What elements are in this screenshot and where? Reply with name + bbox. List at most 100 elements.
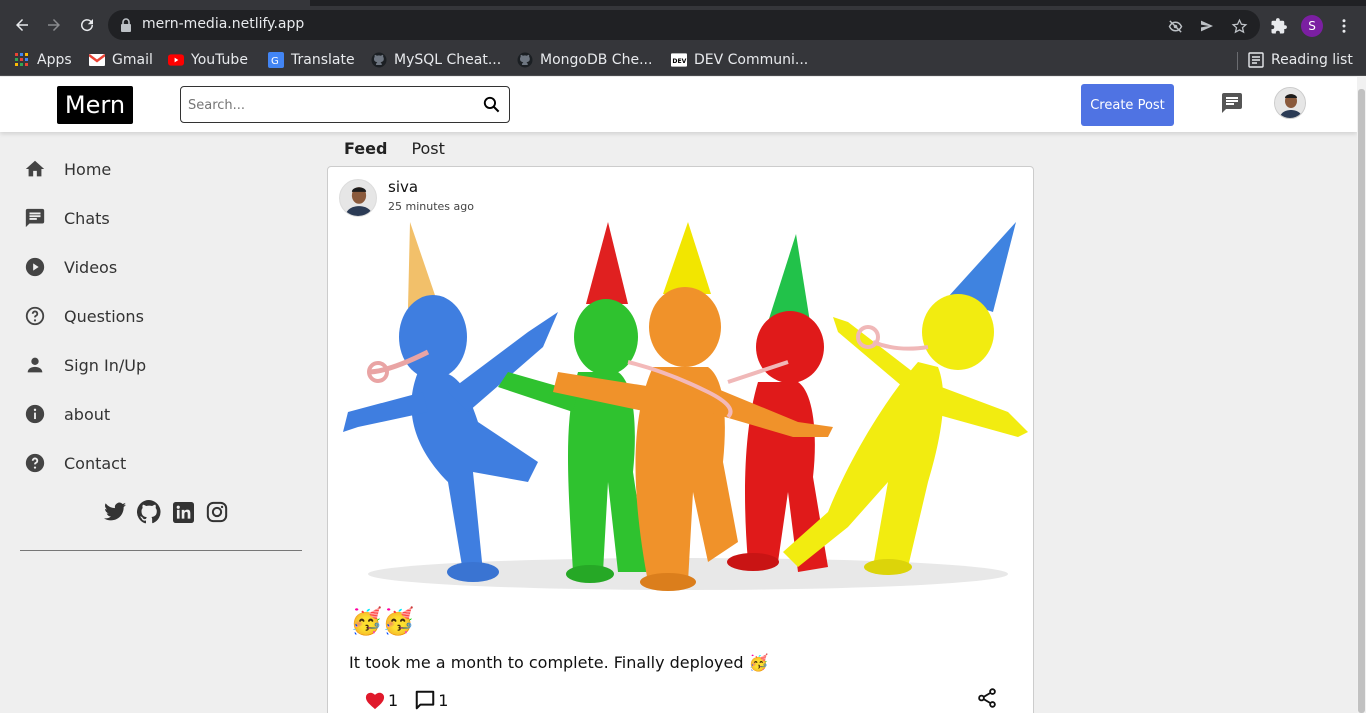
sidebar-item-label: Questions <box>64 306 144 326</box>
browser-toolbar: mern-media.netlify.app S <box>0 6 1366 44</box>
sidebar-item-label: Sign In/Up <box>64 355 147 375</box>
url-text: mern-media.netlify.app <box>142 16 305 32</box>
sidebar-item-label: Home <box>64 159 112 179</box>
extensions-button[interactable] <box>1268 15 1290 37</box>
post-text: It took me a month to complete. Finally … <box>349 653 769 672</box>
youtube-icon <box>168 52 184 68</box>
app-header: Mern Create Post <box>0 77 1357 132</box>
post-actions: 1 1 <box>364 689 448 711</box>
sidebar-divider <box>20 550 302 551</box>
bookmark-mysql[interactable]: MySQL Cheat... <box>371 49 501 71</box>
sidebar-item-videos[interactable]: Videos <box>24 253 117 281</box>
post-title: 🥳🥳 <box>350 607 415 637</box>
chat-icon <box>24 207 46 229</box>
sidebar-item-contact[interactable]: Contact <box>24 449 126 477</box>
page-scrollbar[interactable] <box>1357 77 1366 713</box>
lock-icon <box>121 18 131 32</box>
bookmark-label: Translate <box>291 52 355 68</box>
github-icon <box>517 52 533 68</box>
info-icon <box>24 403 46 425</box>
arrow-right-icon <box>48 19 60 31</box>
reading-list-icon <box>1248 52 1264 68</box>
reload-button[interactable] <box>75 13 99 37</box>
bookmark-youtube[interactable]: YouTube <box>168 49 248 71</box>
arrow-left-icon <box>16 19 28 31</box>
apps-grid-icon <box>14 52 30 68</box>
bookmarks-separator <box>1237 52 1238 70</box>
like-count: 1 <box>388 690 399 710</box>
bookmark-label: Apps <box>37 52 72 68</box>
tab-post[interactable]: Post <box>411 139 444 158</box>
dev-icon: DEV <box>671 52 687 68</box>
sidebar-item-questions[interactable]: Questions <box>24 302 144 330</box>
sidebar-item-chats[interactable]: Chats <box>24 204 110 232</box>
scrollbar-thumb[interactable] <box>1358 89 1365 713</box>
address-bar[interactable]: mern-media.netlify.app <box>108 10 1260 40</box>
bookmark-dev[interactable]: DEV DEV Communi... <box>671 49 808 71</box>
person-icon <box>24 354 46 376</box>
bookmark-translate[interactable]: G Translate <box>268 49 355 71</box>
profile-button[interactable]: S <box>1301 15 1323 37</box>
sidebar-item-label: Contact <box>64 453 127 473</box>
post-author[interactable]: siva <box>388 178 418 196</box>
eye-off-icon[interactable] <box>1166 17 1184 35</box>
sidebar-item-about[interactable]: about <box>24 400 110 428</box>
tab-feed[interactable]: Feed <box>344 139 387 158</box>
forward-button[interactable] <box>42 13 66 37</box>
post-timestamp: 25 minutes ago <box>388 200 474 213</box>
sidebar-item-label: Videos <box>64 257 118 277</box>
help-circle-icon <box>24 305 46 327</box>
heart-icon <box>365 692 385 710</box>
bookmark-mongodb[interactable]: MongoDB Che... <box>517 49 652 71</box>
sidebar-item-home[interactable]: Home <box>24 155 111 183</box>
bookmarks-bar: Apps Gmail YouTube G Translate MySQL Che… <box>0 44 1366 76</box>
bookmark-label: MySQL Cheat... <box>394 52 502 68</box>
reading-list-button[interactable]: Reading list <box>1248 49 1353 71</box>
bookmark-apps[interactable]: Apps <box>14 49 72 71</box>
linkedin-icon[interactable] <box>171 500 195 524</box>
home-icon <box>24 158 46 180</box>
comment-count: 1 <box>438 690 449 710</box>
sidebar-item-label: Chats <box>64 208 110 228</box>
github-icon <box>371 52 387 68</box>
share-icon[interactable] <box>976 687 998 713</box>
svg-text:G: G <box>271 56 279 67</box>
search-icon[interactable] <box>482 95 501 118</box>
sidebar-item-signin[interactable]: Sign In/Up <box>24 351 146 379</box>
sidebar-item-label: about <box>64 404 111 424</box>
create-post-button[interactable]: Create Post <box>1081 84 1174 126</box>
post-card: siva 25 minutes ago 🥳🥳 It took me a mont… <box>327 166 1034 713</box>
send-icon[interactable] <box>1198 17 1216 35</box>
help-icon <box>24 452 46 474</box>
gmail-icon <box>89 52 105 68</box>
bookmark-label: DEV Communi... <box>694 52 809 68</box>
author-avatar[interactable] <box>339 179 377 217</box>
bookmark-gmail[interactable]: Gmail <box>89 49 153 71</box>
star-icon[interactable] <box>1230 17 1248 35</box>
kebab-menu-icon <box>1342 19 1346 33</box>
reload-icon <box>81 19 94 32</box>
comment-icon <box>415 690 435 710</box>
search-input[interactable] <box>188 93 478 117</box>
app-logo[interactable]: Mern <box>57 86 133 124</box>
reading-list-label: Reading list <box>1271 52 1353 68</box>
post-image[interactable] <box>328 222 1034 592</box>
instagram-icon[interactable] <box>205 500 229 524</box>
twitter-icon[interactable] <box>103 500 127 524</box>
back-button[interactable] <box>10 13 34 37</box>
search-bar <box>180 86 510 123</box>
translate-icon: G <box>268 52 284 68</box>
bookmark-label: MongoDB Che... <box>540 52 653 68</box>
feed-tabs: Feed Post <box>328 132 445 164</box>
social-links <box>103 500 229 524</box>
user-avatar[interactable] <box>1274 87 1306 119</box>
svg-text:DEV: DEV <box>672 58 686 65</box>
puzzle-icon <box>1271 18 1287 34</box>
browser-menu-button[interactable] <box>1333 15 1355 37</box>
like-button[interactable]: 1 <box>364 690 398 710</box>
chat-icon[interactable] <box>1220 91 1244 119</box>
comment-button[interactable]: 1 <box>414 689 448 711</box>
github-icon[interactable] <box>137 500 161 524</box>
bookmark-label: YouTube <box>191 52 248 68</box>
profile-avatar: S <box>1301 15 1323 37</box>
